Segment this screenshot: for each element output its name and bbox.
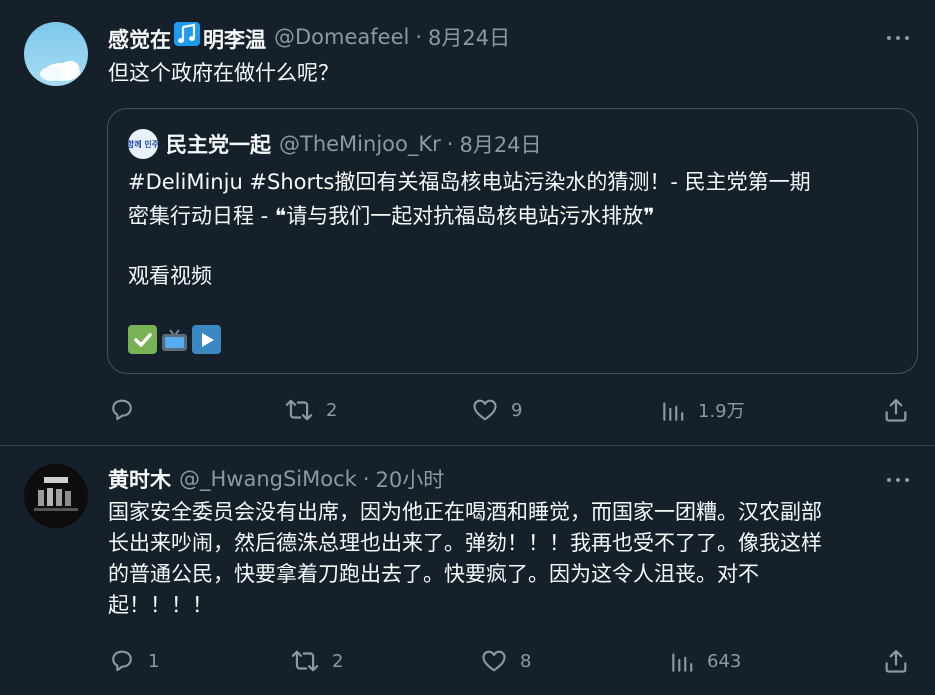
tweet-text-line: 起！！！！ — [108, 593, 213, 617]
retweet-icon — [285, 399, 313, 421]
quoted-text-line: #DeliMinju #Shorts撤回有关福岛核电站污染水的猜测！- 民主党第… — [128, 170, 811, 194]
handle[interactable]: @Domeafeel — [274, 25, 409, 49]
like-count: 8 — [520, 650, 532, 672]
heart-icon — [473, 399, 497, 421]
retweet-count: 2 — [332, 650, 344, 672]
avatar[interactable] — [24, 22, 88, 86]
views-count: 643 — [707, 650, 742, 672]
quoted-text-line: 密集行动日程 - ❝请与我们一起对抗福岛核电站污水排放❞ — [128, 204, 655, 228]
retweet-button[interactable]: 2 — [290, 646, 343, 676]
timestamp[interactable]: 20小时 — [376, 464, 445, 494]
share-icon — [885, 649, 907, 673]
more-options-icon[interactable] — [883, 470, 913, 490]
reply-icon — [112, 650, 132, 672]
views-button[interactable]: 643 — [669, 646, 741, 676]
play-button-icon — [192, 325, 221, 354]
views-chart-icon — [672, 653, 693, 672]
tweet-text-line: 长出来吵闹，然后德洙总理也出来了。弹劾！！！我再也受不了了。像我这样 — [108, 531, 822, 555]
display-name-part: 感觉在 — [108, 27, 171, 52]
tweet-text: 但这个政府在做什么呢？ — [108, 61, 339, 85]
tweet[interactable]: 黄时木 @_HwangSiMock · 20小时 国家安全委员会没有出席，因为他… — [0, 446, 935, 695]
avatar[interactable] — [24, 464, 88, 528]
tweet-text-line: 的普通公民，快要拿着刀跑出去了。快要疯了。因为这令人沮丧。对不 — [108, 562, 759, 586]
quoted-tweet-header: 다함께 민주당 民主党一起 @TheMinjoo_Kr · 8月24日 — [128, 129, 542, 159]
tweet-text-line: 国家安全委员会没有出席，因为他正在喝酒和睡觉，而国家一团糟。汉农副部 — [108, 500, 822, 524]
television-icon — [160, 325, 189, 354]
share-button[interactable] — [882, 395, 910, 425]
quoted-timestamp[interactable]: 8月24日 — [459, 129, 541, 159]
quoted-tweet[interactable]: 다함께 민주당 民主党一起 @TheMinjoo_Kr · 8月24日 #Del… — [107, 108, 918, 374]
check-mark-icon — [128, 325, 157, 354]
more-options-icon[interactable] — [883, 28, 913, 48]
tweet-header: 感觉在 明李温 @Domeafeel · 8月24日 — [108, 21, 510, 54]
quoted-avatar-text: 다함께 민주당 — [128, 139, 158, 149]
action-bar: 2 9 1.9万 — [0, 395, 935, 425]
reply-count: 1 — [148, 650, 160, 672]
reply-button[interactable]: 1 — [108, 646, 159, 676]
quoted-avatar[interactable]: 다함께 민주당 — [128, 129, 158, 159]
retweet-button[interactable]: 2 — [284, 395, 337, 425]
heart-icon — [482, 650, 506, 672]
display-name[interactable]: 黄时木 — [108, 464, 171, 494]
share-icon — [885, 398, 907, 422]
action-bar: 1 2 8 643 — [0, 646, 935, 676]
quoted-handle[interactable]: @TheMinjoo_Kr — [279, 132, 441, 156]
retweet-icon — [291, 650, 319, 672]
quoted-tweet-text: #DeliMinju #Shorts撤回有关福岛核电站污染水的猜测！- 民主党第… — [128, 165, 898, 293]
musical-note-icon — [173, 21, 201, 47]
views-chart-icon — [663, 402, 684, 421]
quoted-display-name[interactable]: 民主党一起 — [166, 129, 271, 159]
separator: · — [415, 25, 423, 49]
separator: · — [446, 132, 454, 156]
views-count: 1.9万 — [698, 401, 745, 422]
tweet[interactable]: 感觉在 明李温 @Domeafeel · 8月24日 但这个政府在做什么呢？ 다함… — [0, 0, 935, 445]
display-name[interactable]: 感觉在 明李温 — [108, 21, 266, 54]
emoji-row — [128, 325, 221, 354]
views-button[interactable]: 1.9万 — [660, 395, 745, 425]
handle[interactable]: @_HwangSiMock — [179, 467, 357, 491]
like-count: 9 — [511, 399, 523, 421]
display-name-part: 明李温 — [203, 27, 266, 52]
like-button[interactable]: 8 — [480, 646, 531, 676]
tweet-text: 国家安全委员会没有出席，因为他正在喝酒和睡觉，而国家一团糟。汉农副部 长出来吵闹… — [108, 497, 918, 621]
timestamp[interactable]: 8月24日 — [428, 22, 510, 52]
like-button[interactable]: 9 — [471, 395, 522, 425]
reply-icon — [112, 399, 132, 421]
reply-button[interactable] — [108, 395, 148, 425]
share-button[interactable] — [882, 646, 910, 676]
retweet-count: 2 — [326, 399, 338, 421]
quoted-text-line: 观看视频 — [128, 264, 212, 288]
tweet-header: 黄时木 @_HwangSiMock · 20小时 — [108, 464, 444, 494]
separator: · — [362, 467, 370, 491]
